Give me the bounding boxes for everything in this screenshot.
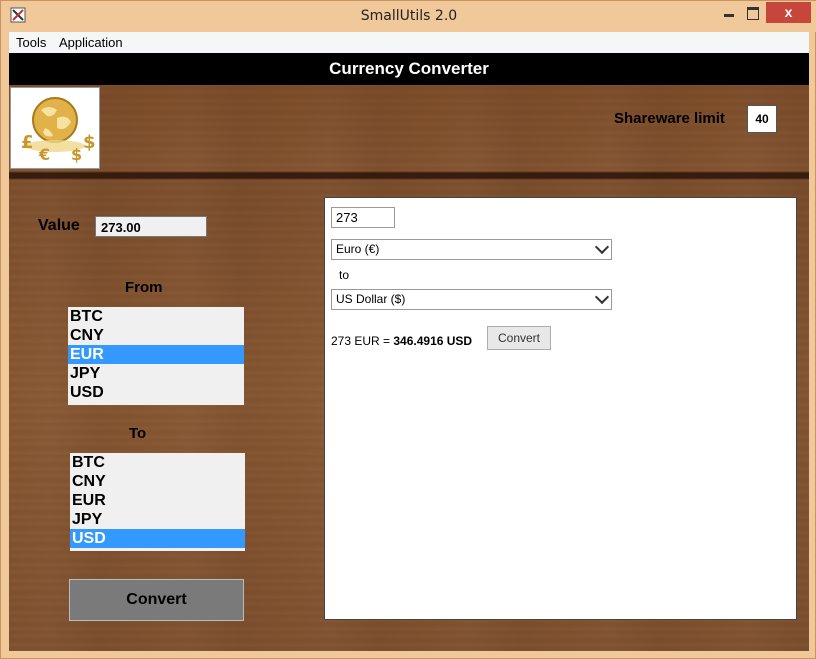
from-currency-select-value: Euro (€) [336,242,380,256]
to-currency-select-value: US Dollar ($) [336,292,406,306]
menu-bar: Tools Application [9,32,809,54]
globe-currency-icon: £ € $ $ [10,87,100,169]
from-currency-select[interactable]: Euro (€) [331,239,612,260]
chevron-down-icon [594,239,610,255]
result-prefix: 273 EUR = [331,334,394,348]
window-title: SmallUtils 2.0 [360,8,458,24]
shareware-limit-label: Shareware limit [614,110,725,127]
from-item-eur[interactable]: EUR [68,345,244,364]
svg-text:$: $ [83,132,96,153]
value-label: Value [38,217,80,234]
to-item-btc[interactable]: BTC [70,453,245,472]
menu-application[interactable]: Application [59,35,123,50]
shareware-limit-value: 40 [747,105,777,133]
to-item-eur[interactable]: EUR [70,491,245,510]
from-item-usd[interactable]: USD [68,383,244,402]
from-item-btc[interactable]: BTC [68,307,244,326]
from-currency-list[interactable]: BTC CNY EUR JPY USD [68,307,244,405]
svg-text:€: € [38,145,50,164]
svg-text:£: £ [21,132,34,153]
title-bar[interactable]: SmallUtils 2.0 x [1,1,816,32]
conversion-result: 273 EUR = 346.4916 USD [331,334,472,348]
web-convert-button[interactable]: Convert [487,326,551,350]
svg-text:$: $ [71,145,82,164]
result-value: 346.4916 USD [393,334,473,348]
maximize-button[interactable] [740,3,766,23]
to-text: to [339,268,350,282]
from-item-jpy[interactable]: JPY [68,364,244,383]
to-item-jpy[interactable]: JPY [70,510,245,529]
amount-input[interactable]: 273 [331,207,395,228]
value-field[interactable]: 273.00 [95,216,207,237]
web-converter-panel: 273 Euro (€) to US Dollar ($) 273 EUR = … [324,197,797,620]
to-item-cny[interactable]: CNY [70,472,245,491]
close-button[interactable]: x [766,2,811,23]
app-window: SmallUtils 2.0 x Tools Application Curre… [0,0,816,659]
from-item-cny[interactable]: CNY [68,326,244,345]
to-currency-list[interactable]: BTC CNY EUR JPY USD [70,453,245,551]
page-title: Currency Converter [9,53,809,85]
to-item-usd[interactable]: USD [70,529,245,548]
to-currency-select[interactable]: US Dollar ($) [331,289,612,310]
chevron-down-icon [594,289,610,305]
to-label: To [129,425,147,442]
menu-tools[interactable]: Tools [16,35,46,50]
from-label: From [125,279,163,296]
convert-button[interactable]: Convert [69,579,244,621]
